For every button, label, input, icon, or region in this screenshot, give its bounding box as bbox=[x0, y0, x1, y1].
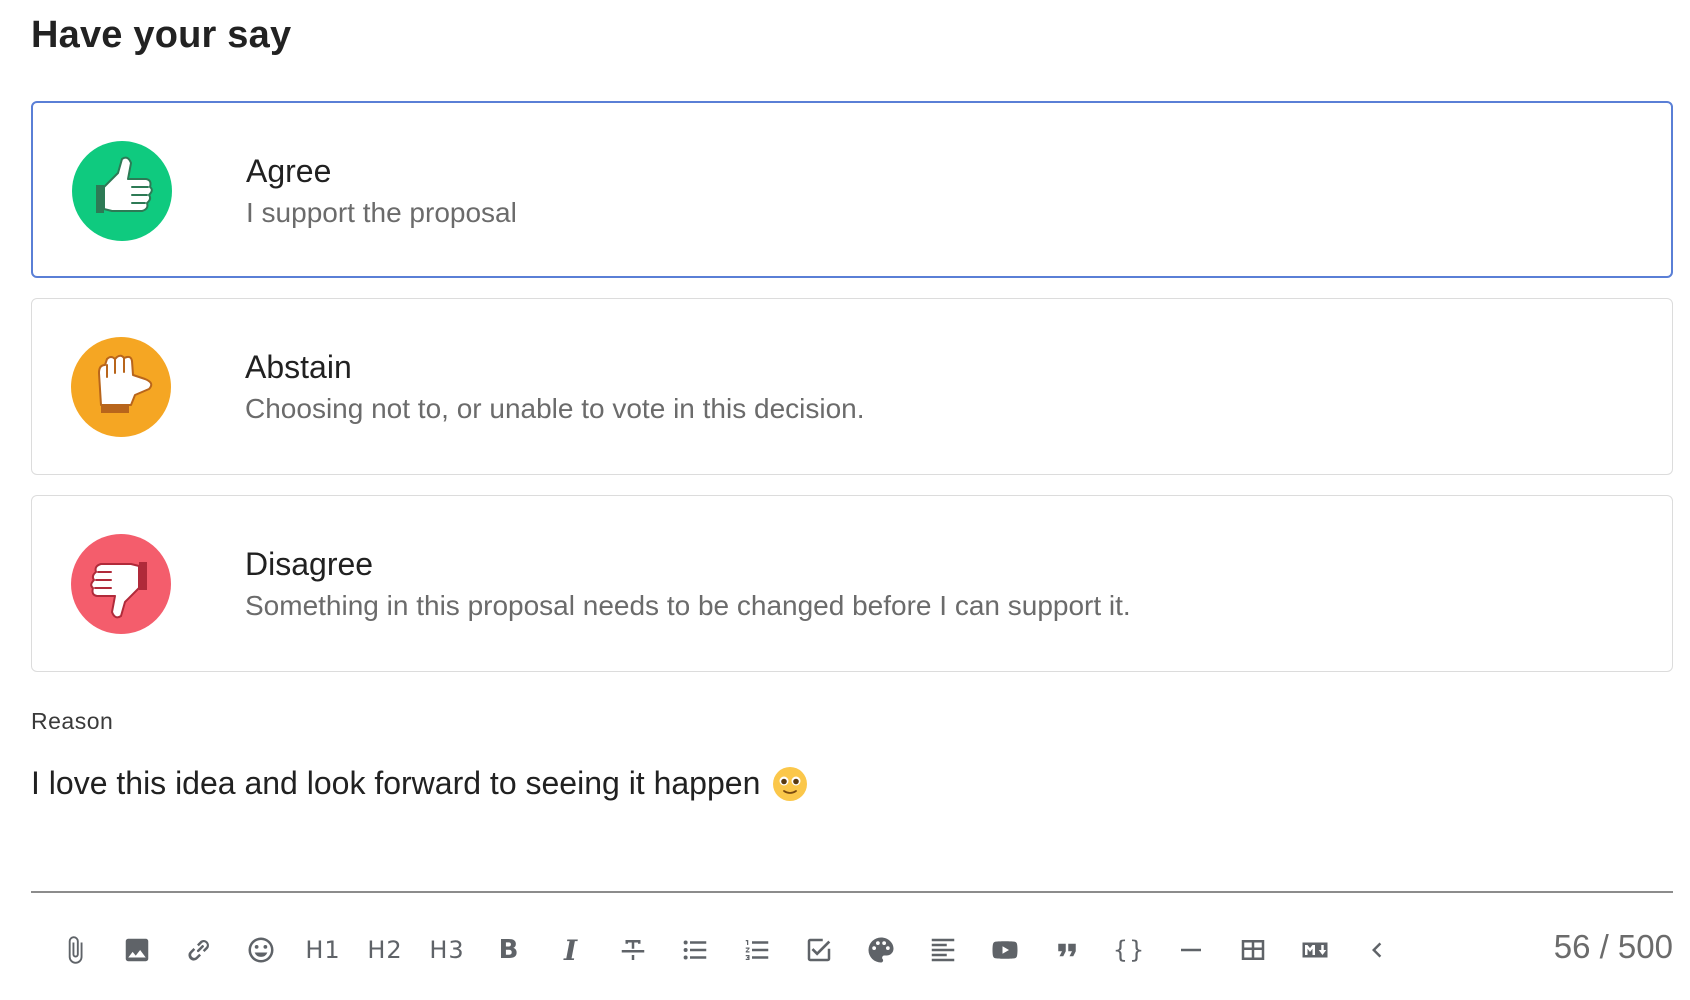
align-icon[interactable] bbox=[912, 927, 974, 973]
code-block-icon[interactable]: {} bbox=[1098, 927, 1160, 973]
emoji-icon[interactable] bbox=[230, 927, 292, 973]
option-description: Something in this proposal needs to be c… bbox=[245, 590, 1131, 621]
thumbs-down-icon bbox=[71, 534, 171, 634]
heading-1-button[interactable]: H1 bbox=[292, 927, 354, 973]
heading-3-button[interactable]: H3 bbox=[416, 927, 478, 973]
table-icon[interactable] bbox=[1222, 927, 1284, 973]
editor-toolbar: H1 H2 H3 B I {} bbox=[44, 925, 1408, 975]
vote-option-agree[interactable]: Agree I support the proposal bbox=[31, 101, 1673, 278]
horizontal-rule-icon[interactable] bbox=[1160, 927, 1222, 973]
attach-icon[interactable] bbox=[44, 927, 106, 973]
heading-2-button[interactable]: H2 bbox=[354, 927, 416, 973]
editor-divider bbox=[31, 891, 1673, 893]
thumbs-up-icon bbox=[72, 141, 172, 241]
vote-option-abstain[interactable]: Abstain Choosing not to, or unable to vo… bbox=[31, 298, 1673, 475]
italic-icon[interactable]: I bbox=[540, 927, 602, 973]
smiling-face-icon bbox=[772, 766, 808, 802]
reason-text: I love this idea and look forward to see… bbox=[31, 765, 761, 801]
option-title: Abstain bbox=[245, 349, 352, 385]
strikethrough-icon[interactable] bbox=[602, 927, 664, 973]
option-description: I support the proposal bbox=[246, 197, 517, 228]
option-title: Agree bbox=[246, 153, 332, 189]
reason-editor[interactable]: I love this idea and look forward to see… bbox=[31, 765, 808, 802]
link-icon[interactable] bbox=[168, 927, 230, 973]
option-title: Disagree bbox=[245, 546, 374, 582]
character-count: 56 / 500 bbox=[1553, 928, 1673, 965]
reason-label: Reason bbox=[31, 708, 114, 734]
checkbox-list-icon[interactable] bbox=[788, 927, 850, 973]
hand-sideways-icon bbox=[71, 337, 171, 437]
bullet-list-icon[interactable] bbox=[664, 927, 726, 973]
bold-icon[interactable]: B bbox=[478, 927, 540, 973]
video-icon[interactable] bbox=[974, 927, 1036, 973]
page-title: Have your say bbox=[31, 14, 292, 56]
vote-option-disagree[interactable]: Disagree Something in this proposal need… bbox=[31, 495, 1673, 672]
quote-icon[interactable] bbox=[1036, 927, 1098, 973]
palette-icon[interactable] bbox=[850, 927, 912, 973]
markdown-icon[interactable] bbox=[1284, 927, 1346, 973]
collapse-icon[interactable] bbox=[1346, 927, 1408, 973]
numbered-list-icon[interactable] bbox=[726, 927, 788, 973]
image-icon[interactable] bbox=[106, 927, 168, 973]
option-description: Choosing not to, or unable to vote in th… bbox=[245, 393, 865, 424]
